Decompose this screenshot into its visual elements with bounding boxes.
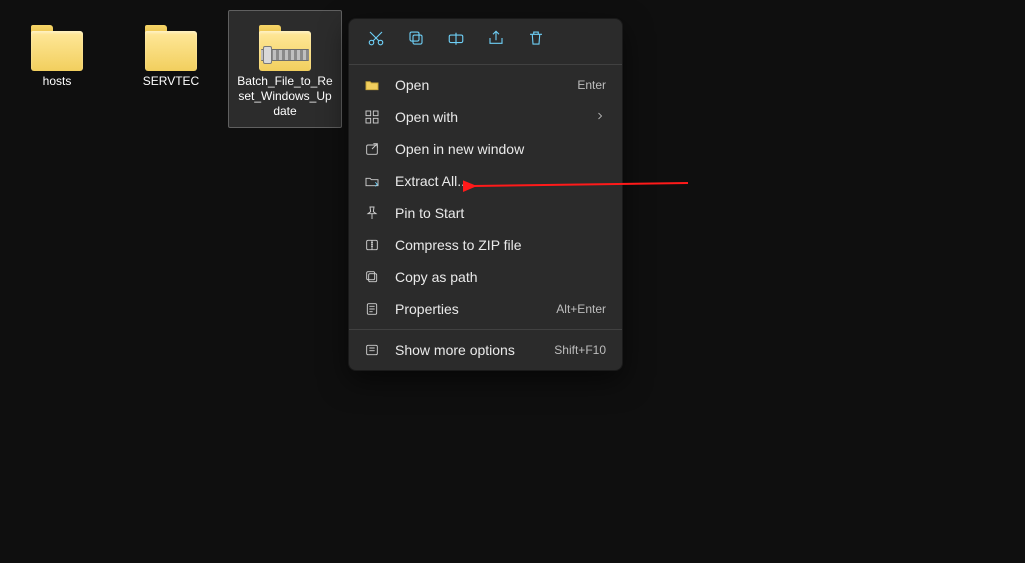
context-menu-list: Open Enter Open with Open in new window … [349,65,622,370]
rename-icon[interactable] [447,29,465,52]
menu-item-accelerator: Shift+F10 [554,343,606,357]
context-menu-toolbar [349,19,622,65]
menu-item-label: Open in new window [395,141,524,157]
pin-icon [363,204,381,222]
context-menu: Open Enter Open with Open in new window … [348,18,623,371]
more-icon [363,341,381,359]
delete-icon[interactable] [527,29,545,52]
folder-icon [142,23,200,71]
menu-item-label: Open with [395,109,458,125]
menu-item-label: Extract All... [395,173,469,189]
copy-icon[interactable] [407,29,425,52]
chevron-right-icon [594,109,606,125]
menu-item-label: Compress to ZIP file [395,237,522,253]
menu-item-label: Pin to Start [395,205,464,221]
menu-item-extract-all[interactable]: Extract All... [349,165,622,197]
menu-item-show-more-options[interactable]: Show more options Shift+F10 [349,334,622,366]
menu-item-label: Show more options [395,342,515,358]
desktop-item-label: hosts [43,71,72,89]
desktop-item-servtec[interactable]: SERVTEC [114,10,228,128]
menu-item-accelerator: Enter [577,78,606,92]
menu-item-label: Copy as path [395,269,478,285]
menu-item-open-with[interactable]: Open with [349,101,622,133]
compress-icon [363,236,381,254]
folder-icon [28,23,86,71]
desktop-icon-grid: hosts SERVTEC Batch_File_to_Reset_Window… [0,10,342,128]
share-icon[interactable] [487,29,505,52]
open-with-icon [363,108,381,126]
desktop-item-label: SERVTEC [143,71,199,89]
zip-folder-icon [256,23,314,71]
desktop-item-hosts[interactable]: hosts [0,10,114,128]
properties-icon [363,300,381,318]
folder-open-icon [363,76,381,94]
menu-item-label: Properties [395,301,459,317]
desktop[interactable]: hosts SERVTEC Batch_File_to_Reset_Window… [0,0,1025,563]
menu-item-open-new-window[interactable]: Open in new window [349,133,622,165]
menu-item-copy-as-path[interactable]: Copy as path [349,261,622,293]
menu-item-open[interactable]: Open Enter [349,69,622,101]
menu-item-properties[interactable]: Properties Alt+Enter [349,293,622,325]
menu-item-compress-zip[interactable]: Compress to ZIP file [349,229,622,261]
context-menu-separator [349,329,622,330]
copy-path-icon [363,268,381,286]
desktop-item-batch-file[interactable]: Batch_File_to_Reset_Windows_Update [228,10,342,128]
new-window-icon [363,140,381,158]
cut-icon[interactable] [367,29,385,52]
menu-item-accelerator: Alt+Enter [556,302,606,316]
desktop-item-label: Batch_File_to_Reset_Windows_Update [237,71,333,119]
menu-item-pin-to-start[interactable]: Pin to Start [349,197,622,229]
menu-item-label: Open [395,77,429,93]
extract-icon [363,172,381,190]
